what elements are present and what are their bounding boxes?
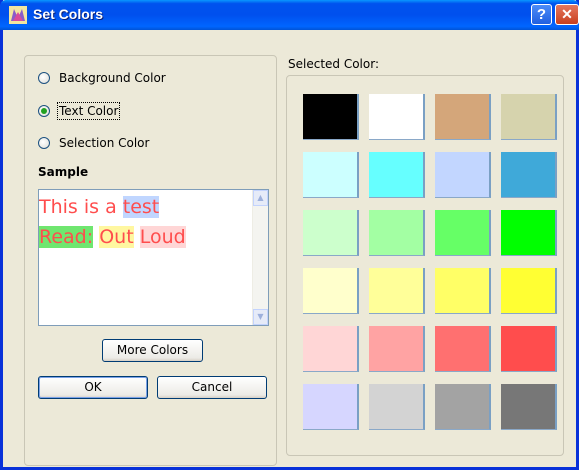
color-swatch[interactable]	[435, 268, 491, 314]
radio-selection-color[interactable]: Selection Color	[38, 134, 149, 152]
selection-color-radio-icon[interactable]	[38, 137, 50, 149]
selected-color-label: Selected Color:	[288, 57, 379, 71]
sample-line-2: Read: Out Loud	[39, 222, 253, 252]
sample-text-loud: Loud	[139, 226, 186, 248]
color-swatch[interactable]	[435, 326, 491, 372]
text-color-label: Text Color	[56, 102, 121, 120]
color-swatch[interactable]	[369, 384, 425, 430]
color-swatch[interactable]	[369, 152, 425, 198]
color-swatch[interactable]	[435, 94, 491, 140]
color-swatch[interactable]	[501, 94, 557, 140]
scroll-down-icon[interactable]: ▼	[253, 309, 268, 325]
help-button[interactable]: ?	[531, 4, 552, 25]
ok-button[interactable]: OK	[38, 376, 148, 399]
color-swatch[interactable]	[369, 94, 425, 140]
color-swatch[interactable]	[369, 268, 425, 314]
cancel-button[interactable]: Cancel	[157, 376, 267, 399]
color-swatch[interactable]	[303, 152, 359, 198]
color-swatch[interactable]	[369, 210, 425, 256]
color-swatch[interactable]	[501, 268, 557, 314]
window-title: Set Colors	[33, 6, 104, 22]
color-swatch[interactable]	[435, 152, 491, 198]
color-swatch[interactable]	[303, 268, 359, 314]
color-swatch[interactable]	[303, 94, 359, 140]
color-swatch[interactable]	[303, 210, 359, 256]
sample-scrollbar[interactable]: ▲ ▼	[252, 190, 268, 325]
sample-line-1: This is a test	[39, 192, 253, 222]
background-color-label: Background Color	[59, 71, 166, 85]
sample-text-out: Out	[99, 226, 134, 248]
text-color-radio-icon[interactable]	[38, 105, 50, 117]
sample-preview-box[interactable]: This is a test Read: Out Loud ▲ ▼	[38, 189, 269, 326]
sample-text-read: Read:	[39, 226, 94, 248]
color-swatch[interactable]	[303, 326, 359, 372]
background-color-radio-icon[interactable]	[38, 72, 50, 84]
color-swatch[interactable]	[435, 384, 491, 430]
color-swatch[interactable]	[501, 326, 557, 372]
scroll-up-icon[interactable]: ▲	[253, 190, 268, 206]
close-button[interactable]: ✕	[555, 4, 579, 25]
sample-text-plain: This is a	[39, 196, 123, 218]
color-swatch[interactable]	[369, 326, 425, 372]
sample-heading: Sample	[38, 165, 89, 179]
selection-color-label: Selection Color	[59, 136, 150, 150]
radio-background-color[interactable]: Background Color	[38, 69, 166, 87]
more-colors-button[interactable]: More Colors	[102, 339, 203, 362]
sample-text-selected: test	[122, 196, 160, 218]
color-swatch[interactable]	[501, 152, 557, 198]
title-bar[interactable]: Set Colors ? ✕	[0, 0, 579, 30]
color-swatch[interactable]	[303, 384, 359, 430]
sample-text: This is a test Read: Out Loud	[39, 190, 253, 252]
app-icon	[9, 6, 27, 24]
color-swatch[interactable]	[435, 210, 491, 256]
radio-text-color[interactable]: Text Color	[38, 102, 121, 120]
color-swatch[interactable]	[501, 210, 557, 256]
color-swatch[interactable]	[501, 384, 557, 430]
